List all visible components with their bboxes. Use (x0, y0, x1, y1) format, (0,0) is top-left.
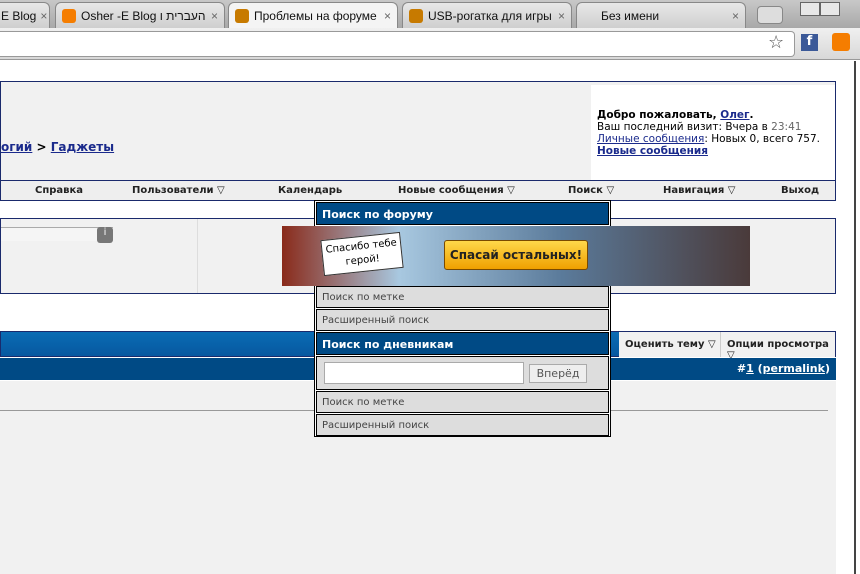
restore-button[interactable] (820, 2, 840, 16)
greeting: Добро пожаловать, (597, 109, 721, 121)
pm-text: : Новых 0, всего 757. (704, 133, 820, 145)
blog-advanced-search[interactable]: Расширенный поиск (316, 414, 609, 436)
blog-tag-search[interactable]: Поиск по метке (316, 391, 609, 413)
blog-search-header: Поиск по дневникам (316, 332, 609, 355)
forum-icon (235, 8, 249, 23)
welcome-panel: Добро пожаловать, Олег. Ваш последний ви… (591, 85, 835, 181)
address-bar[interactable] (0, 31, 795, 57)
facebook-icon[interactable]: f (801, 34, 818, 51)
tab-1[interactable]: Osher -E Blog העברית ו × (55, 2, 225, 28)
view-options-menu[interactable]: Опции просмотра ▽ (720, 332, 835, 361)
blogger-icon (62, 8, 76, 23)
post-number: #1 (permalink) (736, 362, 830, 375)
close-icon[interactable]: × (380, 9, 391, 23)
breadcrumb-link[interactable]: огий (1, 140, 32, 154)
tab-title: E Blog (1, 8, 37, 23)
forum-header: огий > Гаджеты Добро пожаловать, Олег. В… (0, 81, 836, 201)
banner-bubble: Спасибо тебе герой! (320, 231, 404, 277)
tab-title: USB-рогатка для игры (428, 8, 552, 23)
last-visit-time: 23:41 (771, 121, 802, 133)
divider (197, 219, 198, 293)
pm-link[interactable]: Личные сообщения (597, 133, 704, 145)
forum-tag-search[interactable]: Поиск по метке (316, 286, 609, 308)
info-icon[interactable]: i (97, 227, 113, 243)
forum-advanced-search[interactable]: Расширенный поиск (316, 309, 609, 331)
close-icon[interactable]: × (554, 9, 565, 23)
navbar: Справка Пользователи ▽ Календарь Новые с… (1, 180, 835, 200)
browser-toolbar: ☆ f (0, 28, 860, 60)
breadcrumb-separator: > (32, 140, 51, 154)
breadcrumb-current[interactable]: Гаджеты (51, 140, 114, 154)
go-button[interactable]: Вперёд (529, 364, 587, 383)
tab-2[interactable]: Проблемы на форуме × (228, 2, 398, 28)
tab-bar: E Blog × Osher -E Blog העברית ו × Проблемы… (0, 0, 860, 28)
nav-navigation[interactable]: Навигация ▽ (663, 185, 735, 196)
tab-title: Osher -E Blog העברית ו (81, 8, 206, 23)
blog-search-form: Вперёд (316, 356, 609, 390)
rate-thread-menu[interactable]: Оценить тему ▽ (619, 332, 722, 357)
post-number-link[interactable]: 1 (746, 362, 754, 375)
nav-search[interactable]: Поиск ▽ (568, 185, 614, 196)
ad-banner[interactable]: Спасибо тебе герой! Спасай остальных! (282, 226, 750, 286)
blog-search-input[interactable] (324, 362, 524, 384)
nav-users[interactable]: Пользователи ▽ (132, 185, 225, 196)
close-icon[interactable]: × (728, 9, 739, 23)
breadcrumb: огий > Гаджеты (1, 140, 114, 154)
post-num-prefix: # (736, 362, 747, 375)
close-icon[interactable]: × (36, 9, 47, 23)
forum-icon (409, 8, 423, 23)
nav-help[interactable]: Справка (35, 185, 83, 196)
new-tab-button[interactable] (757, 6, 783, 24)
tab-3[interactable]: USB-рогатка для игры × (402, 2, 572, 28)
tab-4[interactable]: Без имени × (576, 2, 746, 28)
last-visit-label: Ваш последний визит: Вчера в (597, 121, 772, 133)
blogger-icon[interactable] (832, 33, 850, 51)
nav-logout[interactable]: Выход (781, 185, 819, 196)
nav-new-posts[interactable]: Новые сообщения ▽ (398, 185, 515, 196)
close-icon[interactable]: × (207, 9, 218, 23)
tab-title: Проблемы на форуме (254, 8, 377, 23)
permalink-link[interactable]: permalink (763, 362, 825, 375)
minimize-button[interactable] (800, 2, 820, 16)
window-edge (854, 61, 856, 574)
bookmark-star-icon[interactable]: ☆ (768, 32, 784, 53)
nav-calendar[interactable]: Календарь (278, 185, 342, 196)
forum-search-header: Поиск по форуму (316, 202, 609, 225)
banner-button: Спасай остальных! (444, 240, 588, 270)
dot: . (749, 109, 754, 121)
new-posts-link[interactable]: Новые сообщения (597, 145, 708, 157)
tab-title: Без имени (601, 8, 660, 23)
user-link[interactable]: Олег (720, 109, 749, 121)
tab-0[interactable]: E Blog × (0, 2, 50, 28)
